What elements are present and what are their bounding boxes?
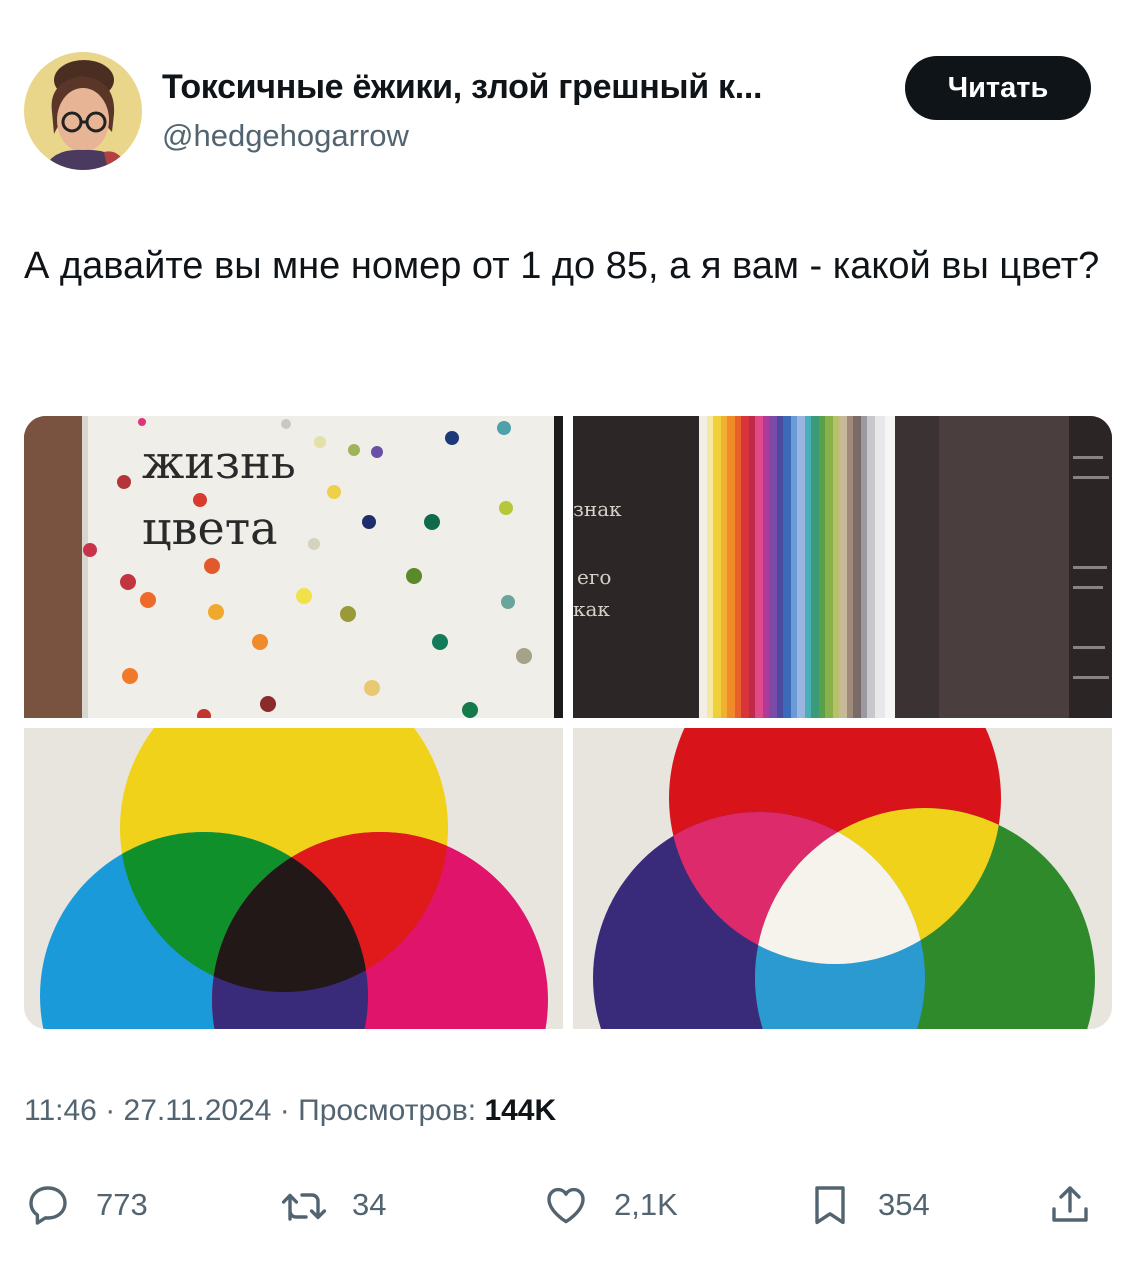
tweet-header: Токсичные ёжики, злой грешный к... @hedg… xyxy=(0,0,1136,200)
reply-count: 773 xyxy=(96,1187,148,1222)
media-grid: жизнь цвета знак его как xyxy=(24,416,1112,1029)
views-count: 144K xyxy=(484,1094,557,1127)
page-text-line2: его xyxy=(577,565,611,589)
photo-color-page-edges[interactable]: знак его как xyxy=(573,416,1112,718)
tweet-date[interactable]: 27.11.2024 xyxy=(124,1094,272,1127)
reply-button[interactable]: 773 xyxy=(24,1170,148,1240)
book-title-line1: жизнь xyxy=(142,435,296,489)
rainbow-page-edges xyxy=(699,416,895,718)
share-button[interactable] xyxy=(1046,1170,1094,1240)
author-name[interactable]: Токсичные ёжики, злой грешный к... xyxy=(162,68,762,107)
action-bar: 773 34 2,1K 354 xyxy=(0,1170,1136,1240)
page-text-line3: как xyxy=(573,597,610,621)
share-icon xyxy=(1052,1186,1088,1222)
retweet-button[interactable]: 34 xyxy=(280,1170,386,1240)
tweet-time[interactable]: 11:46 xyxy=(24,1094,97,1127)
photo-rgb-circles[interactable] xyxy=(573,728,1112,1029)
reply-icon xyxy=(29,1186,67,1225)
meta-separator: · xyxy=(279,1094,299,1127)
like-count: 2,1K xyxy=(614,1187,678,1222)
author-handle[interactable]: @hedgehogarrow xyxy=(162,118,409,154)
views-label: Просмотров: xyxy=(298,1094,477,1127)
bookmark-icon xyxy=(815,1186,845,1225)
book-title-line2: цвета xyxy=(142,501,278,555)
read-button[interactable]: Читать xyxy=(905,56,1091,120)
meta-separator: · xyxy=(105,1094,124,1127)
avatar[interactable] xyxy=(24,52,142,170)
retweet-icon xyxy=(281,1193,327,1221)
retweet-count: 34 xyxy=(352,1187,387,1222)
bookmark-count: 354 xyxy=(878,1187,930,1222)
tweet-text: А давайте вы мне номер от 1 до 85, а я в… xyxy=(24,245,1100,287)
photo-cmy-circles[interactable] xyxy=(24,728,563,1029)
photo-book-cover[interactable]: жизнь цвета xyxy=(24,416,563,718)
bookmark-button[interactable]: 354 xyxy=(806,1170,930,1240)
tweet-meta: 11:46 · 27.11.2024 · Просмотров: 144K xyxy=(24,1094,556,1128)
heart-icon xyxy=(547,1187,585,1224)
like-button[interactable]: 2,1K xyxy=(542,1170,678,1240)
page-text-line1: знак xyxy=(573,497,622,521)
